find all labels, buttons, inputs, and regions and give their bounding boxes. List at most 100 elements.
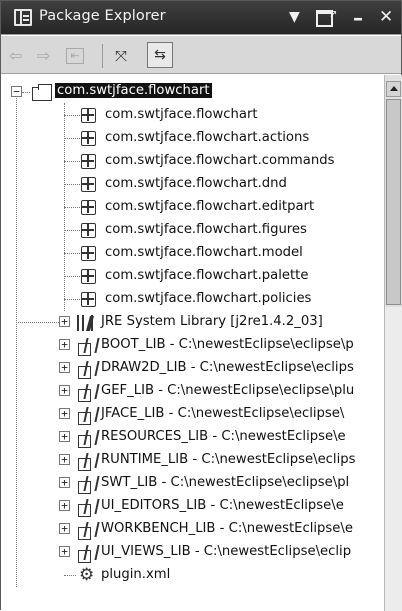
classpath-variable-icon: [77, 406, 97, 425]
package-icon: [81, 154, 96, 169]
package-icon: [81, 131, 96, 146]
package-label: com.swtjface.flowchart.policies: [105, 291, 312, 306]
project-label: com.swtjface.flowchart: [55, 83, 212, 98]
vertical-scrollbar[interactable]: [384, 75, 402, 611]
classpath-variable-icon: [77, 521, 97, 540]
tree-row-package[interactable]: com.swtjface.flowchart.dnd: [1, 173, 384, 196]
tree-row-package[interactable]: com.swtjface.flowchart.policies: [1, 288, 384, 311]
tree-row-package[interactable]: com.swtjface.flowchart.actions: [1, 127, 384, 150]
expand-toggle[interactable]: +: [59, 316, 70, 327]
package-icon: [81, 200, 96, 215]
java-project-icon: [32, 84, 52, 101]
classpath-variable-icon: [77, 337, 97, 356]
tree-row-project[interactable]: − com.swtjface.flowchart: [1, 81, 384, 104]
classpath-variable-icon: [77, 360, 97, 379]
classpath-variable-icon: [77, 429, 97, 448]
collapse-all-icon[interactable]: ⤧: [115, 45, 127, 67]
tree-row-library[interactable]: + GEF_LIB - C:\newestEclipse\eclipse\plu: [1, 380, 384, 403]
package-label: com.swtjface.flowchart.palette: [105, 268, 309, 283]
tree-line: [64, 276, 80, 277]
tree-line: [64, 299, 80, 300]
tree-row-library[interactable]: + UI_VIEWS_LIB - C:\newestEclipse\eclip: [1, 541, 384, 564]
library-label: JFACE_LIB - C:\newestEclipse\eclipse\: [101, 406, 345, 421]
file-label: plugin.xml: [101, 567, 171, 582]
jre-library-icon: [77, 314, 97, 332]
tree-row-package[interactable]: com.swtjface.flowchart: [1, 104, 384, 127]
package-icon: [81, 292, 96, 307]
tree-line: [16, 322, 59, 323]
expand-toggle[interactable]: +: [59, 500, 70, 511]
tree-row-package[interactable]: com.swtjface.flowchart.editpart: [1, 196, 384, 219]
tree-row-file[interactable]: plugin.xml: [1, 564, 384, 587]
expand-toggle[interactable]: +: [59, 477, 70, 488]
tree-line: [22, 92, 30, 93]
expand-toggle[interactable]: +: [59, 362, 70, 373]
collapse-toggle[interactable]: −: [11, 86, 22, 97]
tree-row-library[interactable]: + WORKBENCH_LIB - C:\newestEclipse\e: [1, 518, 384, 541]
scroll-thumb[interactable]: [386, 99, 401, 305]
view-toolbar: ⇦ ⇨ ⇤ ⤧ ⇆: [1, 36, 401, 74]
tree-row-library[interactable]: + RUNTIME_LIB - C:\newestEclipse\eclips: [1, 449, 384, 472]
tree-row-library[interactable]: + RESOURCES_LIB - C:\newestEclipse\e: [1, 426, 384, 449]
tree-row-package[interactable]: com.swtjface.flowchart.commands: [1, 150, 384, 173]
library-label: UI_EDITORS_LIB - C:\newestEclipse\e: [101, 498, 344, 513]
forward-arrow-icon[interactable]: ⇨: [37, 45, 50, 67]
scroll-track[interactable]: [385, 307, 402, 611]
package-label: com.swtjface.flowchart.dnd: [105, 176, 287, 191]
classpath-variable-icon: [77, 544, 97, 563]
tree-line: [64, 184, 80, 185]
package-explorer-icon: [14, 9, 32, 26]
package-icon: [81, 269, 96, 284]
close-icon[interactable]: ✕: [379, 7, 393, 27]
minimize-icon[interactable]: –: [353, 8, 363, 28]
tree-row-library[interactable]: + DRAW2D_LIB - C:\newestEclipse\eclips: [1, 357, 384, 380]
maximize-icon[interactable]: ↗: [316, 9, 337, 27]
tree-line: [64, 207, 80, 208]
package-label: com.swtjface.flowchart.figures: [105, 222, 307, 237]
expand-toggle[interactable]: +: [59, 385, 70, 396]
package-label: com.swtjface.flowchart: [105, 107, 258, 122]
library-label: SWT_LIB - C:\newestEclipse\eclipse\pl: [101, 475, 350, 490]
package-explorer-view: Package Explorer ▼ ↗ – ✕ ⇦ ⇨ ⇤ ⤧ ⇆ − com…: [0, 0, 402, 611]
up-folder-icon[interactable]: ⇤: [66, 48, 84, 64]
expand-toggle[interactable]: +: [59, 523, 70, 534]
package-label: com.swtjface.flowchart.commands: [105, 153, 335, 168]
expand-toggle[interactable]: +: [59, 546, 70, 557]
tree-line: [64, 138, 80, 139]
tree-row-package[interactable]: com.swtjface.flowchart.model: [1, 242, 384, 265]
package-label: com.swtjface.flowchart.actions: [105, 130, 310, 145]
back-arrow-icon[interactable]: ⇦: [9, 45, 22, 67]
package-icon: [81, 108, 96, 123]
tree-line: [64, 230, 80, 231]
package-tree[interactable]: − com.swtjface.flowchart com.swtjface.fl…: [1, 75, 384, 611]
library-label: BOOT_LIB - C:\newestEclipse\eclipse\p: [101, 337, 354, 352]
view-title: Package Explorer: [39, 8, 166, 24]
link-with-editor-icon[interactable]: ⇆: [147, 42, 173, 68]
expand-toggle[interactable]: +: [59, 339, 70, 350]
tree-row-package[interactable]: com.swtjface.flowchart.palette: [1, 265, 384, 288]
tree-row-library[interactable]: + BOOT_LIB - C:\newestEclipse\eclipse\p: [1, 334, 384, 357]
tree-row-library[interactable]: + JFACE_LIB - C:\newestEclipse\eclipse\: [1, 403, 384, 426]
tree-row-library[interactable]: + SWT_LIB - C:\newestEclipse\eclipse\pl: [1, 472, 384, 495]
tree-row-library[interactable]: + UI_EDITORS_LIB - C:\newestEclipse\e: [1, 495, 384, 518]
scroll-up-arrow-icon[interactable]: [386, 81, 401, 97]
plugin-xml-icon: [79, 565, 97, 585]
library-label: GEF_LIB - C:\newestEclipse\eclipse\plu: [101, 383, 355, 398]
library-label: RUNTIME_LIB - C:\newestEclipse\eclips: [101, 452, 356, 467]
library-label: DRAW2D_LIB - C:\newestEclipse\eclips: [101, 360, 354, 375]
classpath-variable-icon: [77, 475, 97, 494]
classpath-variable-icon: [77, 383, 97, 402]
toolbar-separator: [102, 44, 103, 68]
tree-row-package[interactable]: com.swtjface.flowchart.figures: [1, 219, 384, 242]
expand-toggle[interactable]: +: [59, 408, 70, 419]
expand-toggle[interactable]: +: [59, 454, 70, 465]
view-title-bar: Package Explorer ▼ ↗ – ✕: [1, 1, 401, 35]
library-label: RESOURCES_LIB - C:\newestEclipse\e: [101, 429, 346, 444]
view-menu-dropdown-icon[interactable]: ▼: [289, 7, 300, 27]
package-icon: [81, 177, 96, 192]
jre-label: JRE System Library [j2re1.4.2_03]: [101, 314, 323, 329]
expand-toggle[interactable]: +: [59, 431, 70, 442]
package-label: com.swtjface.flowchart.model: [105, 245, 303, 260]
classpath-variable-icon: [77, 498, 97, 517]
package-label: com.swtjface.flowchart.editpart: [105, 199, 315, 214]
